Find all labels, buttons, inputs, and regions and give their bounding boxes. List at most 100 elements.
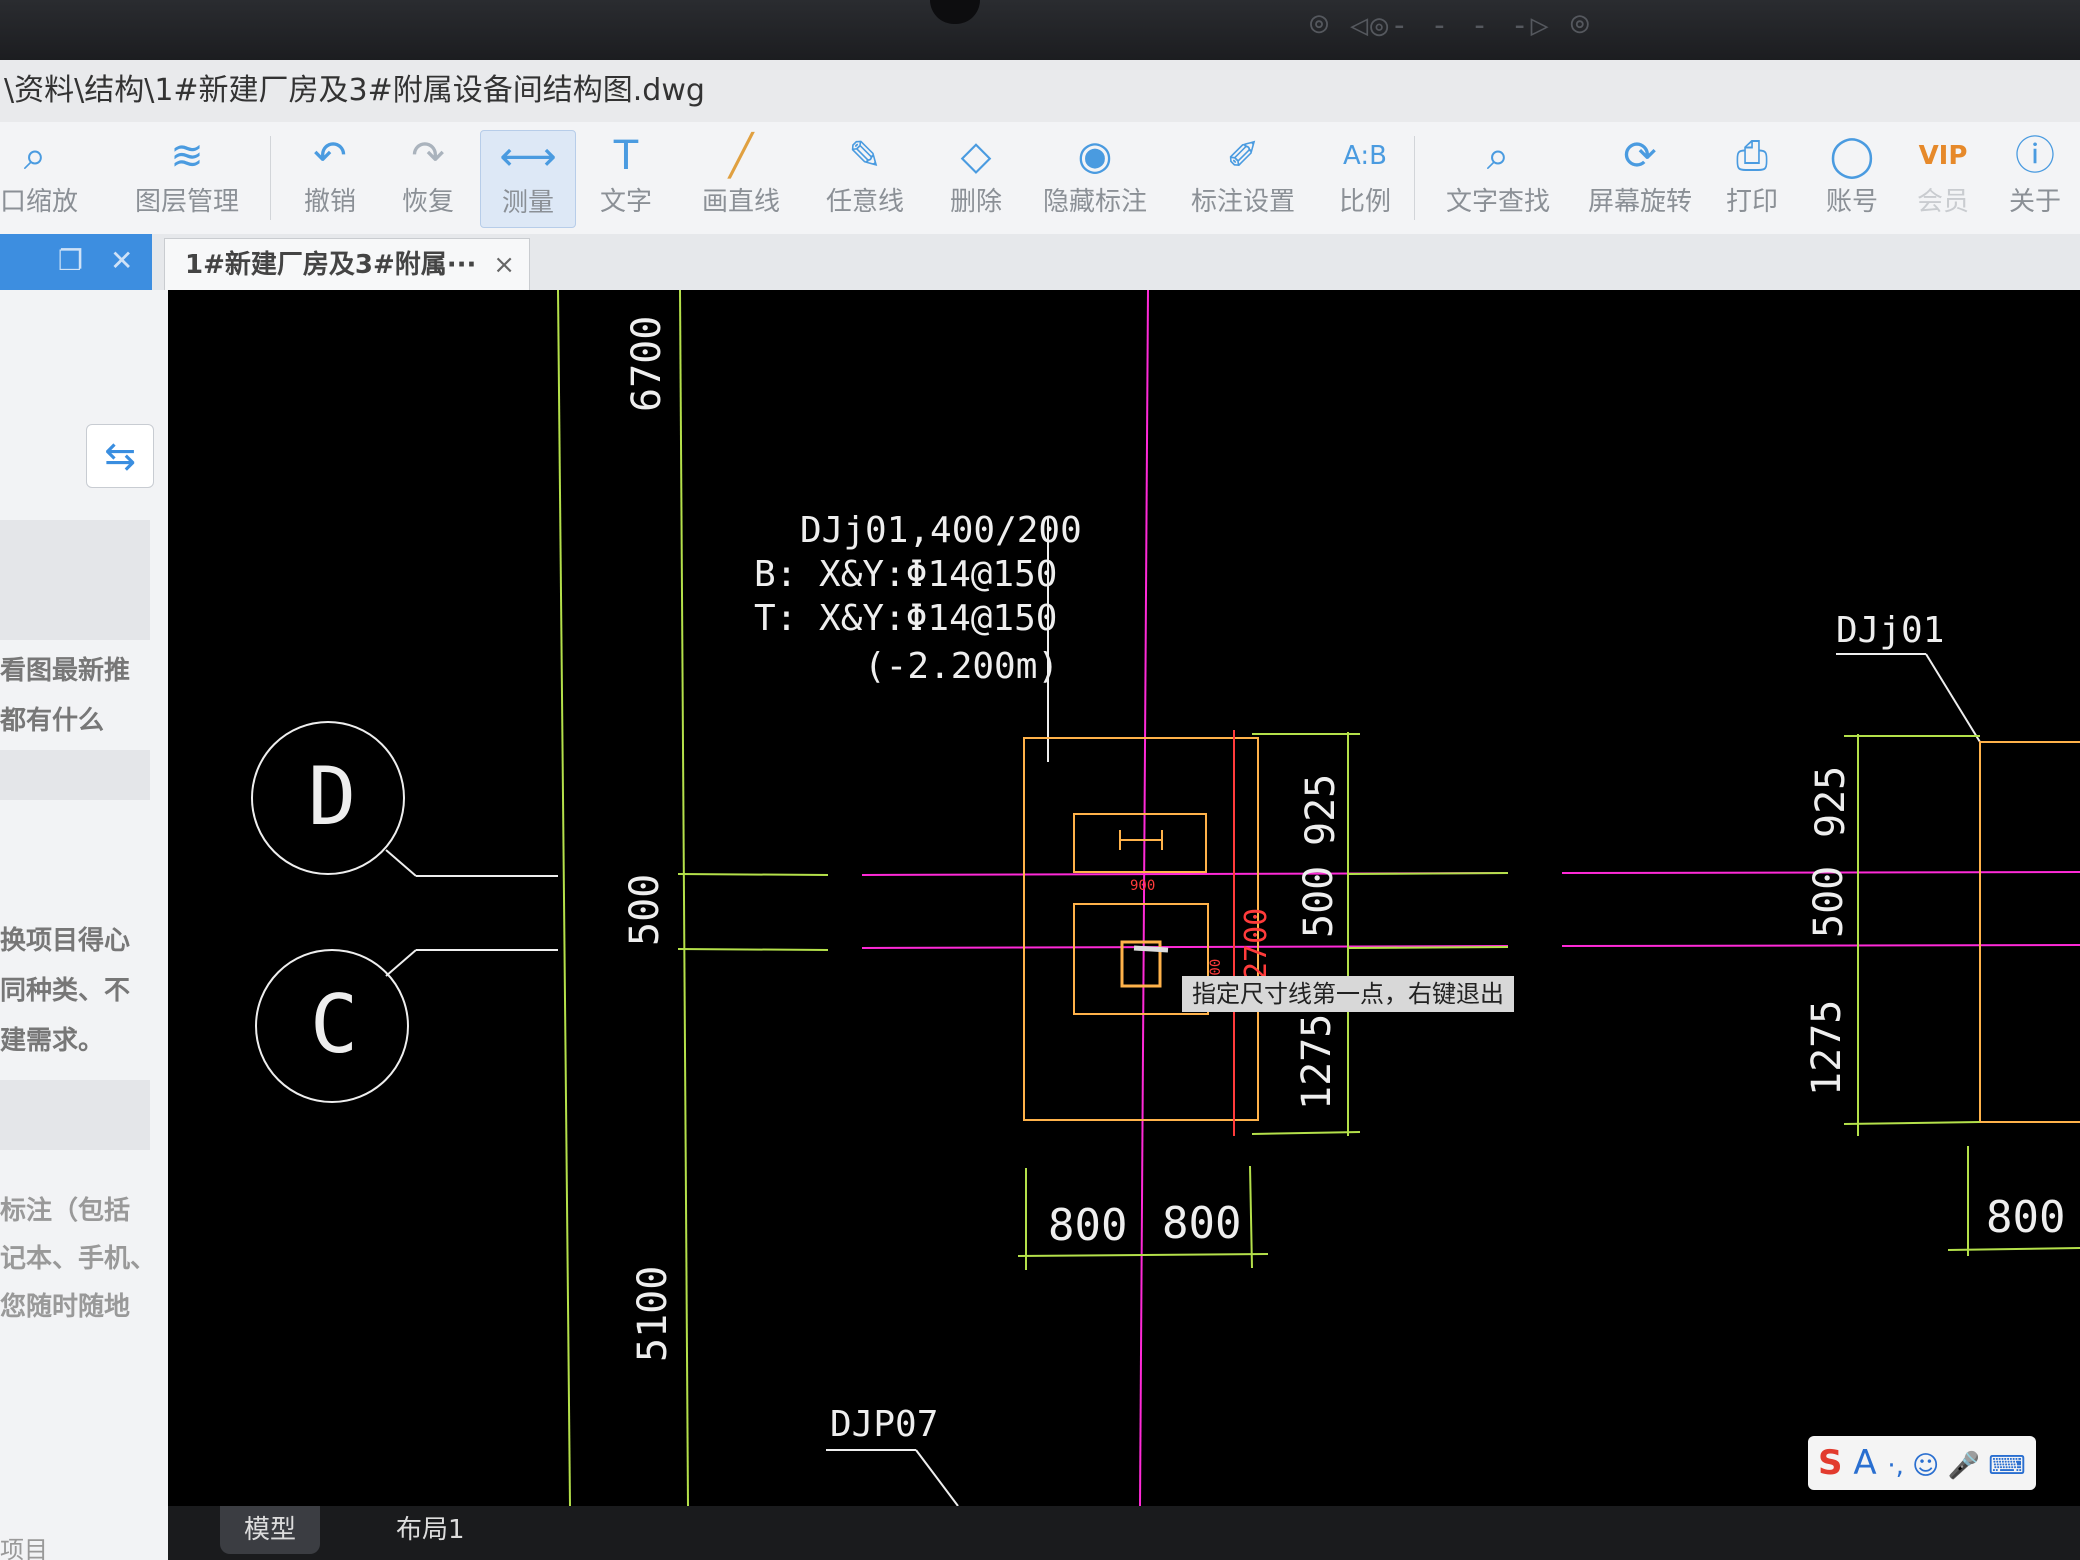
dim-text: 1275: [1294, 1014, 1340, 1110]
dim-extension: [677, 873, 829, 876]
bottom-foundation-tag: DJP07: [830, 1404, 938, 1445]
screen-rotate-button[interactable]: ⟳ 屏幕旋转: [1582, 130, 1698, 226]
cad-canvas[interactable]: D C 6700 500 5100 DJj01,400/200 B: X&Y:Φ…: [168, 290, 2080, 1506]
annotation-settings-button[interactable]: ✐ 标注设置: [1188, 130, 1298, 226]
dim-text: 500: [1806, 866, 1852, 938]
leader-line: [1925, 653, 1981, 743]
tab-layout1[interactable]: 布局1: [372, 1506, 489, 1554]
user-icon: ◯: [1829, 133, 1875, 179]
dim-text: 5100: [630, 1266, 676, 1362]
dim-extension: [1347, 946, 1509, 949]
left-side-panel: ⇆ 看图最新推 都有什么 换项目得心 同种类、不 建需求。 标注（包括 记本、手…: [0, 290, 169, 1560]
eraser-icon: ◇: [960, 133, 992, 179]
ime-toolbar[interactable]: S A ·, ☺ 🎤 ⌨: [1808, 1436, 2036, 1490]
panel-card: [0, 750, 150, 800]
foundation-outline: [1979, 741, 2080, 1123]
scale-button[interactable]: A:B 比例: [1334, 130, 1396, 226]
drawing: D C 6700 500 5100 DJj01,400/200 B: X&Y:Φ…: [251, 290, 2080, 1506]
account-button[interactable]: ◯ 账号: [1820, 130, 1884, 226]
foundation-tag: DJj01,400/200: [800, 510, 1082, 551]
dim-text: 900: [1130, 878, 1155, 894]
refresh-icon[interactable]: ⇆: [86, 424, 154, 488]
document-tab-strip: ❐ ✕ 1#新建厂房及3#附属··· ×: [0, 234, 2080, 290]
dim-text: 925: [1808, 766, 1854, 838]
panel-text: 都有什么: [0, 706, 105, 736]
panel-footer: 项目: [0, 1536, 48, 1560]
restore-icon[interactable]: ❐: [58, 244, 83, 277]
pen-icon: ✎: [848, 133, 882, 179]
close-panel-icon[interactable]: ✕: [110, 244, 133, 277]
vip-icon: VIP: [1918, 141, 1968, 171]
delete-button[interactable]: ◇ 删除: [942, 130, 1010, 226]
leader-line: [385, 949, 417, 977]
axis-line: [1139, 290, 1149, 1506]
freehand-line-button[interactable]: ✎ 任意线: [818, 130, 912, 226]
info-icon: ⓘ: [2015, 133, 2055, 179]
ime-mode[interactable]: A: [1853, 1443, 1876, 1483]
axis-line: [557, 290, 571, 1506]
dim-text: 6700: [624, 316, 670, 412]
dim-text: 1275: [1804, 1000, 1850, 1096]
toolbar-divider: [270, 136, 271, 220]
text-search-icon: ⌕: [1486, 133, 1510, 179]
dim-text: 925: [1298, 774, 1344, 846]
dim-extension: [677, 948, 829, 951]
hide-annotation-button[interactable]: ◉ 隐藏标注: [1040, 130, 1150, 226]
dim-extension: [1347, 872, 1509, 875]
zoom-window-button[interactable]: ⌕ 口缩放: [0, 130, 78, 226]
monitor-bezel: ⌾ ◁◎- - - -▷ ⌾: [0, 0, 2080, 60]
about-button[interactable]: ⓘ 关于: [2004, 130, 2066, 226]
file-tab-label: 1#新建厂房及3#附属···: [185, 250, 477, 280]
file-tab[interactable]: 1#新建厂房及3#附属··· ×: [164, 238, 530, 290]
panel-text: 标注（包括: [0, 1196, 131, 1226]
camera-toolbar: ⌾ ◁◎- - - -▷ ⌾: [1310, 8, 1591, 43]
toolbar: ⌕ 口缩放 ≋ 图层管理 ↶ 撤销 ↷ 恢复 ⟷ 测量 T 文字 ╱ 画直线 ✎…: [0, 122, 2080, 235]
layers-icon: ≋: [170, 133, 204, 179]
ime-tool-icons[interactable]: ·, ☺ 🎤 ⌨: [1887, 1451, 2025, 1481]
dim-text: 800: [1162, 1198, 1241, 1249]
panel-text: 同种类、不: [0, 976, 131, 1006]
right-foundation-tag: DJj01: [1836, 610, 1944, 651]
redo-button[interactable]: ↷ 恢复: [394, 130, 462, 226]
left-panel-header: ❐ ✕: [0, 234, 152, 290]
rebar-bottom: B: X&Y:Φ14@150: [754, 554, 1057, 595]
axis-label-d: D: [308, 750, 356, 843]
draw-line-button[interactable]: ╱ 画直线: [694, 130, 788, 226]
foundation-outline: [1023, 737, 1259, 1121]
measure-button[interactable]: ⟷ 测量: [480, 130, 576, 228]
layout-tab-bar: 模型 布局1: [168, 1506, 2080, 1560]
text-search-button[interactable]: ⌕ 文字查找: [1440, 130, 1556, 226]
dim-text: 800: [1986, 1192, 2065, 1243]
print-button[interactable]: ⎙ 打印: [1720, 130, 1784, 226]
ruler-icon: ⟷: [499, 134, 557, 180]
dim-extension: [1843, 1121, 1981, 1125]
toolbar-divider: [1414, 136, 1415, 220]
command-tooltip: 指定尺寸线第一点，右键退出: [1182, 976, 1514, 1012]
panel-card: [0, 1080, 150, 1150]
panel-card: [0, 520, 150, 640]
leader-line: [915, 1449, 959, 1506]
panel-text: 建需求。: [0, 1026, 105, 1056]
overall-dim: 2700: [1239, 908, 1274, 980]
vip-button[interactable]: VIP 会员: [1912, 130, 1974, 226]
window-title: \资料\结构\1#新建厂房及3#附属设备间结构图.dwg: [0, 60, 2080, 122]
text-button[interactable]: T 文字: [590, 130, 662, 226]
dim-text: 800: [1048, 1200, 1127, 1251]
undo-button[interactable]: ↶ 撤销: [296, 130, 364, 226]
dim-text: 500: [622, 874, 668, 946]
axis-line: [1561, 944, 2080, 947]
close-icon[interactable]: ×: [493, 239, 515, 291]
axis-label-c: C: [310, 978, 358, 1071]
dim-text: 500: [1296, 866, 1342, 938]
dim-line: [1017, 1253, 1269, 1257]
rotate-screen-icon: ⟳: [1623, 133, 1657, 179]
leader-line: [385, 849, 417, 877]
column-outline: [1073, 813, 1207, 873]
dim-extension: [1249, 1165, 1253, 1269]
layer-management-button[interactable]: ≋ 图层管理: [126, 130, 248, 226]
hide-eye-icon: ◉: [1077, 133, 1113, 179]
tab-model[interactable]: 模型: [220, 1506, 321, 1554]
dim-extension: [1251, 1131, 1361, 1135]
panel-text: 您随时随地: [0, 1292, 131, 1322]
printer-icon: ⎙: [1736, 133, 1768, 179]
